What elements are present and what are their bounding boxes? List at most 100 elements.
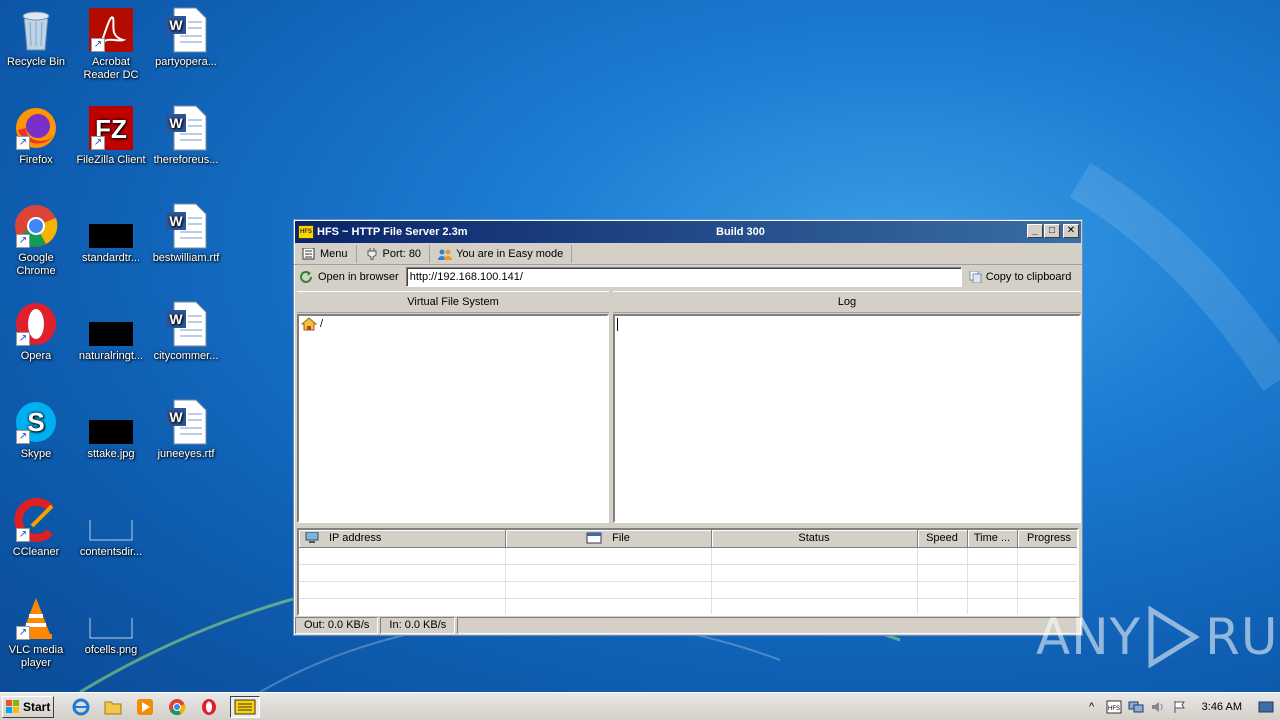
desktop-icon-google-chrome[interactable]: ↗ Google Chrome [0,202,74,278]
desktop-icon-sttake[interactable]: sttake.jpg [73,398,149,461]
word-doc-icon: W [166,399,207,445]
desktop-icon-label: Firefox [19,154,53,166]
desktop-icon-thereforeus[interactable]: W thereforeus... [148,104,224,167]
mode-button[interactable]: You are in Easy mode [436,244,573,263]
desktop-icon-naturalringt[interactable]: naturalringt... [73,300,149,363]
svg-text:W: W [169,311,183,327]
desktop-icon-ccleaner[interactable]: ↗ CCleaner [0,496,74,559]
vfs-tree[interactable]: / [297,314,609,523]
table-row [299,598,1077,614]
svg-text:W: W [169,213,183,229]
port-button[interactable]: Port: 80 [363,244,431,263]
hfs-window: HFS HFS ~ HTTP File Server 2.3m Build 30… [293,219,1083,636]
taskbar-hfs[interactable] [230,695,260,718]
desktop-icon-filezilla[interactable]: FZ ↗ FileZilla Client [73,104,149,167]
mode-label: You are in Easy mode [456,247,564,260]
vfs-root-label: / [320,318,324,330]
watermark-left: ANY [1036,608,1142,666]
url-field[interactable]: http://192.168.100.141/ [405,267,962,287]
black-image-icon [89,224,133,248]
windows-flag-icon [6,699,19,713]
users-icon [438,249,453,260]
refresh-arrow-icon [300,271,312,283]
watermark-right: RUN [1205,608,1280,666]
taskbar-chrome[interactable] [166,696,188,718]
minimize-button[interactable]: _ [1027,224,1043,238]
clock[interactable]: 3:46 AM [1202,701,1242,713]
column-progress[interactable]: Progress [1017,530,1077,548]
media-player-icon [137,698,153,715]
desktop-icon-acrobat[interactable]: ↗ Acrobat Reader DC [73,6,149,82]
desktop-icon-firefox[interactable]: ↗ Firefox [0,104,74,167]
desktop-icon-label: Google Chrome [16,252,56,277]
vfs-root-item[interactable]: / [299,316,607,332]
port-label: Port: 80 [382,247,422,260]
desktop-icon-vlc[interactable]: ↗ VLC media player [0,594,74,670]
close-button[interactable]: ✕ [1063,224,1079,238]
desktop-icon-skype[interactable]: S ↗ Skype [0,398,74,461]
show-desktop-button[interactable] [1258,699,1274,715]
desktop-icon-contentsdir[interactable]: contentsdir... [73,496,149,559]
network-icon [305,531,319,544]
taskbar-media-player[interactable] [134,696,156,718]
svg-text:HFS: HFS [1108,706,1120,712]
desktop-icon-bestwilliam[interactable]: W bestwilliam.rtf [148,202,224,265]
desktop-icon-ofcells[interactable]: ofcells.png [73,594,149,657]
shortcut-arrow-icon: ↗ [16,626,30,640]
vfs-header: Virtual File System [297,291,609,313]
desktop-icon-label: Recycle Bin [6,56,66,68]
column-time[interactable]: Time ... [967,530,1018,548]
status-in: In: 0.0 KB/s [380,617,456,634]
shortcut-arrow-icon: ↗ [16,332,30,346]
tray-hfs-icon[interactable]: HFS [1106,699,1122,715]
desktop-icon-label: Opera [20,350,52,362]
blank-image-icon [89,520,133,541]
start-label: Start [23,699,51,714]
action-center-flag-icon[interactable] [1172,699,1188,715]
desktop-icon-juneeyes[interactable]: W juneeyes.rtf [148,398,224,461]
connections-list[interactable]: IP address File Status Speed Time ... Pr… [297,528,1079,616]
desktop-icon-opera[interactable]: ↗ Opera [0,300,74,363]
column-ip-address[interactable]: IP address [299,530,506,548]
word-doc-icon: W [166,203,207,249]
column-file[interactable]: File [505,530,712,548]
word-doc-icon: W [166,7,207,53]
copy-to-clipboard-button[interactable]: Copy to clipboard [968,271,1072,283]
desktop-icon-recycle-bin[interactable]: Recycle Bin [0,6,74,69]
log-area[interactable] [613,314,1081,523]
table-row [299,547,1077,565]
start-button[interactable]: Start [2,695,54,718]
desktop-icon-citycommer[interactable]: W citycommer... [148,300,224,363]
blank-image-icon [89,618,133,639]
window-build: Build 300 [716,226,765,238]
table-row [299,581,1077,599]
desktop-icon-label: VLC media player [8,644,64,669]
recycle-bin-icon [22,11,50,51]
window-titlebar[interactable]: HFS HFS ~ HTTP File Server 2.3m Build 30… [295,221,1081,243]
column-status[interactable]: Status [711,530,918,548]
taskbar-ie[interactable] [70,696,92,718]
word-doc-icon: W [166,301,207,347]
taskbar-explorer[interactable] [102,696,124,718]
svg-text:W: W [169,17,183,33]
desktop-icon-label: ofcells.png [84,644,138,656]
folder-icon [104,701,122,714]
url-toolbar: Open in browser http://192.168.100.141/ … [294,265,1082,289]
network-icon[interactable] [1128,699,1144,715]
svg-text:W: W [169,409,183,425]
desktop-icon-label: partyopera... [155,56,217,68]
menu-button[interactable]: Menu [300,244,357,263]
maximize-button[interactable]: □ [1044,224,1060,238]
desktop-icon-partyopera[interactable]: W partyopera... [148,6,224,69]
desktop-icon-standardtr[interactable]: standardtr... [73,202,149,265]
open-in-browser-button[interactable]: Open in browser [300,271,399,283]
desktop-icon-label: contentsdir... [79,546,143,558]
taskbar-opera[interactable] [198,696,220,718]
copy-to-clipboard-label: Copy to clipboard [985,271,1072,283]
show-hidden-icons-button[interactable]: ^ [1084,699,1100,715]
desktop-icon-label: standardtr... [81,252,141,264]
window-icon [586,532,602,544]
shortcut-arrow-icon: ↗ [16,430,30,444]
column-speed[interactable]: Speed [917,530,968,548]
volume-icon[interactable] [1150,699,1166,715]
